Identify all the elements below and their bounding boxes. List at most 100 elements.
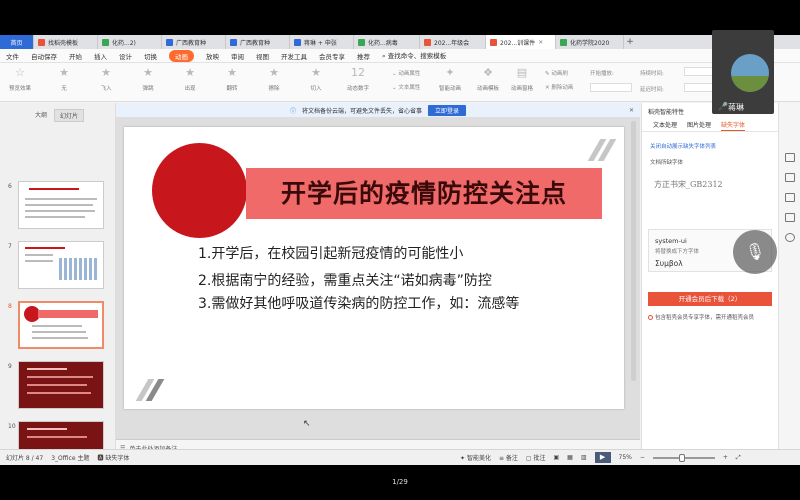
menu-file[interactable]: 文件 [6,51,19,61]
menu-slideshow[interactable]: 放映 [206,51,219,61]
slide-thumbnail-current[interactable] [18,301,104,349]
zoom-slider[interactable] [652,453,715,462]
normal-view-icon[interactable]: ▣ [554,454,560,461]
menu-animation[interactable]: 动画 [169,49,194,62]
tab-home[interactable]: 首页 [0,35,34,49]
tab-doc[interactable]: 蒋琳 + 申张 [290,35,354,49]
replace-note: 将替换成下方字体 [655,249,700,255]
smart-beautify-button[interactable]: ✦ 智能美化 [460,453,491,462]
menu-transition[interactable]: 切换 [144,51,157,61]
reading-view-icon[interactable]: ▥ [581,454,587,461]
menu-start[interactable]: 开始 [69,51,82,61]
login-button[interactable]: 立即登录 [428,104,467,116]
star-icon: ★ [101,66,111,79]
tab-doc[interactable]: 广西教育种 [162,35,226,49]
zoom-slider-handle[interactable] [678,453,685,462]
menu-recommend[interactable]: 推荐 [357,51,370,61]
anim-wipe[interactable]: ★ 擦除 [256,66,292,92]
zoom-out-icon[interactable]: − [640,454,645,461]
menu-design[interactable]: 设计 [119,51,132,61]
missing-fonts-label: 文档所缺字体 [650,160,684,166]
thumb-number: 7 [8,243,12,250]
menu-view[interactable]: 视图 [256,51,269,61]
missing-font-status[interactable]: 🅰 缺失字体 [97,453,129,462]
new-tab-icon[interactable]: + [624,35,636,49]
notes-toggle[interactable]: ≡ 备注 [499,453,518,462]
anim-template-button[interactable]: ❖ 动画模板 [470,66,506,92]
animation-toolbar: ☆ 预览效果 ★ 无 ★ 飞入 ★ 弹跳 ★ 出现 ★ 翻转 ★ 擦除 ★ 切入 12 动态数字 … [0,63,800,102]
copy-icon[interactable] [785,193,795,202]
slide-thumbnail[interactable] [18,241,104,289]
doc-icon [424,38,431,46]
close-icon[interactable]: ✕ [629,107,634,114]
preview-button[interactable]: ☆ 预览效果 [2,66,38,92]
anim-none[interactable]: ★ 无 [46,66,82,92]
font-icon: 🅰 [97,455,104,462]
fit-icon[interactable]: ⤢ [736,454,741,462]
menu-dev-tools[interactable]: 开发工具 [281,51,307,61]
font-name: system-ui [655,237,687,245]
anim-window-button[interactable]: ▤ 动画窗格 [504,66,540,92]
slide-title[interactable]: 开学后的疫情防控关注点 [248,169,600,218]
delete-anim-button[interactable]: ✕ 删除动画 [545,83,573,91]
shape-icon[interactable] [785,173,795,182]
anim-appear[interactable]: ★ 出现 [172,66,208,92]
doc-icon [166,38,173,46]
font-sample: Συμβολ [655,259,683,268]
tab-doc-active[interactable]: 202...训课件 ✕ [486,35,556,49]
doc-icon [560,38,567,46]
tab-doc[interactable]: 化药...病毒 [354,35,420,49]
vip-download-button[interactable]: 开通会员后下载（2） [648,292,772,306]
tab-text-processing[interactable]: 文本处理 [653,120,677,131]
tab-image-processing[interactable]: 图片处理 [687,120,711,131]
anim-cut-in[interactable]: ★ 切入 [298,66,334,92]
comment-toggle[interactable]: ▢ 批注 [526,453,546,462]
zoom-in-icon[interactable]: + [723,454,728,461]
tab-doc[interactable]: 202...年级会 [420,35,486,49]
tab-doc[interactable]: 化药学院2020 [556,35,624,49]
delay-label: 延迟时间: [640,87,664,93]
mouse-cursor-icon: ↖ [303,419,311,429]
menu-review[interactable]: 审阅 [231,51,244,61]
page-counter: 1/29 [392,478,408,486]
close-auto-list-link[interactable]: 关闭自动展示缺失字体列表 [650,142,716,150]
tab-doc[interactable]: 化药...2) [98,35,162,49]
bullet-item[interactable]: 2.根据南宁的经验，需重点关注“诺如病毒”防控 [198,270,492,290]
menu-vip[interactable]: 会员专享 [319,51,345,61]
select-icon[interactable] [785,153,795,162]
vertical-scrollbar[interactable] [631,121,636,381]
info-icon [648,315,653,320]
anim-dynamic-number[interactable]: 12 动态数字 [340,66,376,92]
grid-view-icon[interactable]: ▦ [567,454,573,461]
tab-doc[interactable]: 广西教育种 [226,35,290,49]
tab-outline[interactable]: 大纲 [30,109,52,122]
slide-thumbnail[interactable] [18,361,104,409]
menu-autosave[interactable]: 自动保存 [31,51,57,61]
anim-brush-button[interactable]: ✎ 动画刷 [545,69,568,77]
floating-mic-button[interactable]: 🎙 [733,230,777,274]
magic-icon: ✦ [460,455,467,462]
play-button[interactable]: ▶ [594,452,611,463]
anim-fly[interactable]: ★ 飞入 [88,66,124,92]
tab-slides[interactable]: 幻灯片 [54,109,85,122]
bullet-item[interactable]: 1.开学后，在校园引起新冠疫情的可能性小 [198,243,463,263]
menu-insert[interactable]: 插入 [94,51,107,61]
anim-attr-button[interactable]: ⌄ 动画属性 [392,69,420,77]
slide-canvas[interactable]: 开学后的疫情防控关注点 1.开学后，在校园引起新冠疫情的可能性小 2.根据南宁的… [124,127,624,409]
bullet-item[interactable]: 3.需做好其他呼吸道传染病的防控工作，如：流感等 [198,293,519,313]
location-icon[interactable] [785,233,795,242]
format-icon[interactable] [785,213,795,222]
tab-missing-fonts[interactable]: 缺失字体 [721,120,746,131]
anim-flip[interactable]: ★ 翻转 [214,66,250,92]
start-select[interactable] [590,83,632,92]
slide-thumbnail[interactable] [18,181,104,229]
doc-icon [294,38,301,46]
tab-doc[interactable]: 找稻壳模板 [34,35,98,49]
anim-bounce[interactable]: ★ 弹跳 [130,66,166,92]
missing-font-item[interactable]: 方正书宋_GB2312 [654,179,723,190]
search-command-input[interactable]: ⌕ 查找命令、搜索模板 [382,50,446,61]
close-icon[interactable]: ✕ [538,39,543,46]
smart-anim-button[interactable]: ✦ 智能动画 [432,66,468,92]
text-attr-button[interactable]: ⌄ 文本属性 [392,83,420,91]
thumb-number: 10 [8,423,16,430]
